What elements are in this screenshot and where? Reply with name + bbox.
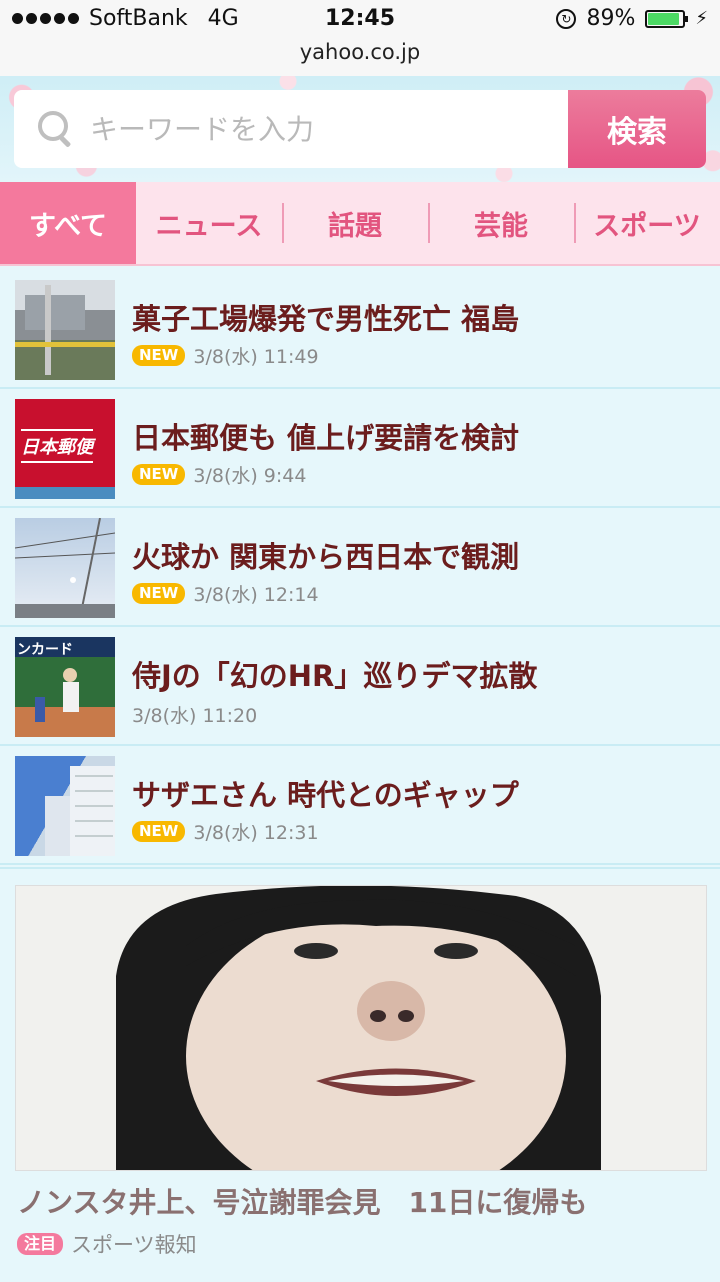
tab-news-label: ニュース xyxy=(155,210,263,242)
battery-percent: 89% xyxy=(586,6,636,31)
tab-divider xyxy=(282,203,284,243)
feature-image xyxy=(15,885,707,1171)
tab-sports-label: スポーツ xyxy=(593,210,701,242)
news-item[interactable]: 火球か 関東から西日本で観測 NEW 3/8(水) 12:14 xyxy=(0,508,720,627)
attention-badge: 注目 xyxy=(17,1233,64,1255)
news-date: 3/8(水) 11:20 xyxy=(132,705,258,727)
news-item[interactable]: 菓子工場爆発で男性死亡 福島 NEW 3/8(水) 11:49 xyxy=(0,270,720,389)
tab-entertainment[interactable]: 芸能 xyxy=(428,182,574,264)
news-meta: NEW 3/8(水) 12:14 xyxy=(132,580,319,607)
tab-topics[interactable]: 話題 xyxy=(282,182,428,264)
tab-sports[interactable]: スポーツ xyxy=(574,182,720,264)
tab-divider xyxy=(574,203,576,243)
thumbnail-sign-text: 日本郵便 xyxy=(21,429,93,463)
tab-divider xyxy=(428,203,430,243)
tab-news[interactable]: ニュース xyxy=(136,182,282,264)
news-thumbnail xyxy=(15,280,115,380)
category-tabs: すべて ニュース 話題 芸能 スポーツ xyxy=(0,182,720,266)
news-meta: NEW 3/8(水) 11:49 xyxy=(132,342,319,369)
news-title: 菓子工場爆発で男性死亡 福島 xyxy=(132,302,520,336)
news-thumbnail: 日本郵便 xyxy=(15,399,115,499)
feature-meta: 注目 スポーツ報知 xyxy=(17,1229,197,1259)
news-title: 日本郵便も 値上げ要請を検討 xyxy=(132,421,520,455)
news-title: サザエさん 時代とのギャップ xyxy=(132,778,519,812)
news-thumbnail: ンカード xyxy=(15,637,115,737)
url-bar[interactable]: yahoo.co.jp xyxy=(0,40,720,77)
tab-all[interactable]: すべて xyxy=(0,182,136,264)
search-icon xyxy=(34,107,78,151)
battery-icon xyxy=(645,9,689,28)
news-title: 火球か 関東から西日本で観測 xyxy=(132,540,520,574)
news-date: 3/8(水) 12:14 xyxy=(193,584,319,606)
rotation-lock-icon: ↻ xyxy=(556,8,577,29)
feature-title: ノンスタ井上、号泣謝罪会見 11日に復帰も xyxy=(17,1186,588,1219)
new-badge: NEW xyxy=(132,821,186,842)
news-thumbnail xyxy=(15,756,115,856)
search-header: 検索 xyxy=(0,76,720,182)
search-box[interactable] xyxy=(14,90,568,168)
search-button[interactable]: 検索 xyxy=(568,90,706,168)
news-item[interactable]: サザエさん 時代とのギャップ NEW 3/8(水) 12:31 xyxy=(0,746,720,865)
new-badge: NEW xyxy=(132,345,186,366)
news-date: 3/8(水) 11:49 xyxy=(193,346,319,368)
news-item[interactable]: ンカード 侍Jの「幻のHR」巡りデマ拡散 3/8(水) 11:20 xyxy=(0,627,720,746)
tab-topics-label: 話題 xyxy=(328,210,382,242)
tab-entertainment-label: 芸能 xyxy=(474,210,528,242)
news-meta: NEW 3/8(水) 9:44 xyxy=(132,461,306,488)
charging-icon: ⚡ xyxy=(695,8,708,29)
news-meta: 3/8(水) 11:20 xyxy=(132,701,257,728)
status-right: ↻ 89% ⚡ xyxy=(556,6,708,31)
new-badge: NEW xyxy=(132,464,186,485)
feature-article[interactable]: ノンスタ井上、号泣謝罪会見 11日に復帰も 注目 スポーツ報知 xyxy=(0,867,720,1282)
news-date: 3/8(水) 9:44 xyxy=(193,465,307,487)
news-meta: NEW 3/8(水) 12:31 xyxy=(132,818,319,845)
news-item[interactable]: 日本郵便 日本郵便も 値上げ要請を検討 NEW 3/8(水) 9:44 xyxy=(0,389,720,508)
search-input[interactable] xyxy=(88,111,552,147)
feature-source: スポーツ報知 xyxy=(71,1233,197,1257)
news-title: 侍Jの「幻のHR」巡りデマ拡散 xyxy=(132,659,538,693)
news-list: 菓子工場爆発で男性死亡 福島 NEW 3/8(水) 11:49 日本郵便 日本郵… xyxy=(0,270,720,865)
news-date: 3/8(水) 12:31 xyxy=(193,822,319,844)
status-bar: SoftBank 4G 12:45 ↻ 89% ⚡ xyxy=(0,0,720,40)
new-badge: NEW xyxy=(132,583,186,604)
news-thumbnail xyxy=(15,518,115,618)
